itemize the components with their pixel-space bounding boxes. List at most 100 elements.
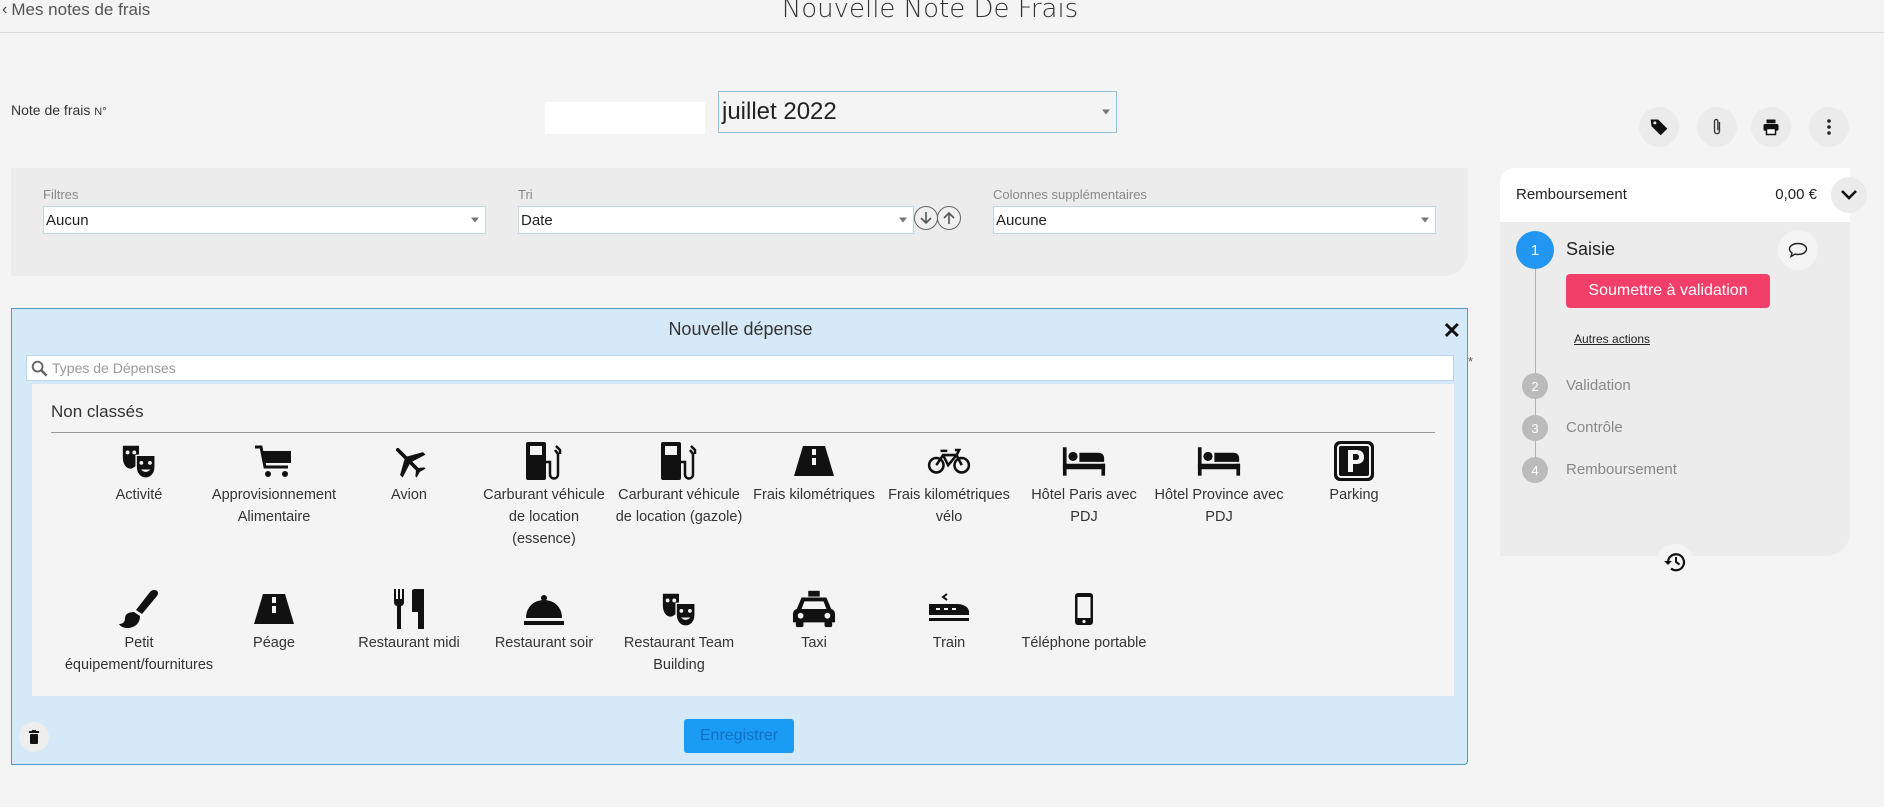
expense-type-label: Téléphone portable xyxy=(1021,635,1147,651)
history-button[interactable] xyxy=(1656,544,1694,580)
expense-type-label: Avion xyxy=(390,487,427,503)
expense-type-hotel-province[interactable]: Hôtel Province avec PDJ xyxy=(1153,440,1285,528)
more-button[interactable] xyxy=(1809,107,1849,147)
note-number-label: Note de frais N° xyxy=(11,102,107,118)
expense-type-label: Restaurant soir xyxy=(494,635,594,651)
parking-icon xyxy=(1334,441,1374,481)
step-number: 3 xyxy=(1522,415,1548,441)
expense-type-peage[interactable]: Péage xyxy=(208,588,340,654)
expense-type-label: Frais kilométriques vélo xyxy=(888,487,1010,525)
caret-down-icon xyxy=(899,217,907,223)
expense-type-approvisionnement[interactable]: Approvisionnement Alimentaire xyxy=(208,440,340,528)
workflow-amount: 0,00 € xyxy=(1775,186,1817,203)
expense-type-label: Hôtel Province avec PDJ xyxy=(1154,487,1284,525)
comment-button[interactable] xyxy=(1778,230,1818,270)
attachment-button[interactable] xyxy=(1697,107,1737,147)
more-vertical-icon xyxy=(1827,119,1831,135)
taxi-icon xyxy=(792,590,836,628)
note-number-suffix: N° xyxy=(94,106,107,118)
expense-type-label: Train xyxy=(932,635,966,651)
expense-type-label: Parking xyxy=(1329,487,1379,503)
print-button[interactable] xyxy=(1751,107,1791,147)
expense-type-frais-kilometriques-velo[interactable]: Frais kilométriques vélo xyxy=(883,440,1015,528)
note-number-input[interactable] xyxy=(545,102,705,134)
step-label: Remboursement xyxy=(1566,461,1677,478)
expense-type-label: Activité xyxy=(115,487,163,503)
expense-type-avion[interactable]: Avion xyxy=(343,440,475,506)
expense-type-hotel-paris[interactable]: Hôtel Paris avec PDJ xyxy=(1018,440,1150,528)
filter-label: Filtres xyxy=(43,187,79,202)
tag-button[interactable] xyxy=(1639,107,1679,147)
expense-type-activite[interactable]: Activité xyxy=(73,440,205,506)
expense-type-restaurant-midi[interactable]: Restaurant midi xyxy=(343,588,475,654)
expense-type-label: Taxi xyxy=(801,635,827,651)
group-title: Non classés xyxy=(51,402,144,421)
expense-types-panel: Non classés Activité Approvisionnement A… xyxy=(32,384,1454,696)
expense-type-carburant-gazole[interactable]: Carburant véhicule de location (gazole) xyxy=(613,440,745,528)
sort-select-value: Date xyxy=(521,211,553,229)
tag-icon xyxy=(1650,119,1668,136)
expense-type-label: Carburant véhicule de location (essence) xyxy=(483,487,605,547)
step-label: Saisie xyxy=(1566,239,1616,259)
expense-type-label: Restaurant Team Building xyxy=(623,635,735,673)
trash-icon xyxy=(29,730,39,744)
expense-type-label: Approvisionnement Alimentaire xyxy=(211,487,337,525)
history-icon xyxy=(1664,553,1686,572)
paint-brush-icon xyxy=(119,590,158,628)
filter-select-value: Aucun xyxy=(46,211,89,229)
sort-select[interactable]: Date xyxy=(518,206,914,234)
expense-type-label: Carburant véhicule de location (gazole) xyxy=(615,487,743,525)
close-icon[interactable]: ✕ xyxy=(1443,320,1461,342)
fuel-pump-icon xyxy=(526,442,562,480)
expense-type-petit-equipement[interactable]: Petit équipement/fournitures xyxy=(65,588,213,676)
modal-title: Nouvelle dépense xyxy=(668,319,813,339)
workflow-title: Remboursement xyxy=(1516,186,1627,203)
theater-masks-icon xyxy=(662,593,696,627)
expense-type-parking[interactable]: Parking xyxy=(1288,440,1420,506)
sort-ascending-button[interactable] xyxy=(937,206,961,230)
shopping-cart-icon xyxy=(255,445,291,477)
arrow-down-icon xyxy=(920,212,932,225)
expense-type-restaurant-team-building[interactable]: Restaurant Team Building xyxy=(613,588,745,676)
step-number: 4 xyxy=(1522,457,1548,483)
step-number: 1 xyxy=(1516,231,1554,269)
expense-type-label: Petit équipement/fournitures xyxy=(64,635,214,673)
columns-select-value: Aucune xyxy=(996,211,1047,229)
page-title: Nouvelle Note De Frais xyxy=(781,0,1079,24)
theater-masks-icon xyxy=(122,445,156,479)
top-bar: ‹ Mes notes de frais Nouvelle Note De Fr… xyxy=(0,0,1884,33)
sort-descending-button[interactable] xyxy=(914,206,938,230)
caret-down-icon xyxy=(1421,217,1429,223)
save-button[interactable]: Enregistrer xyxy=(684,719,794,753)
step-label: Validation xyxy=(1566,377,1631,394)
bicycle-icon xyxy=(927,448,971,474)
period-select[interactable]: juillet 2022 xyxy=(718,91,1117,133)
expense-type-search-input[interactable] xyxy=(52,360,1332,376)
expense-type-search[interactable] xyxy=(26,355,1454,381)
step-number: 2 xyxy=(1522,373,1548,399)
speech-bubble-icon xyxy=(1788,242,1808,258)
new-expense-modal: Nouvelle dépense ✕ Non classés Activité … xyxy=(11,308,1468,765)
filter-select[interactable]: Aucun xyxy=(43,206,486,234)
submit-for-validation-button[interactable]: Soumettre à validation xyxy=(1566,274,1770,308)
expense-type-label: Hôtel Paris avec PDJ xyxy=(1031,487,1137,525)
chevron-down-icon xyxy=(1841,190,1857,200)
expense-type-taxi[interactable]: Taxi xyxy=(748,588,880,654)
bed-icon xyxy=(1197,447,1241,476)
expense-type-telephone-portable[interactable]: Téléphone portable xyxy=(1018,588,1150,654)
caret-down-icon xyxy=(1102,109,1110,115)
workflow-panel: Remboursement 0,00 € xyxy=(1500,168,1850,556)
paperclip-icon xyxy=(1713,118,1721,135)
sort-label: Tri xyxy=(518,187,533,202)
other-actions-link[interactable]: Autres actions xyxy=(1574,332,1650,346)
expense-type-carburant-essence[interactable]: Carburant véhicule de location (essence) xyxy=(478,440,610,550)
print-icon xyxy=(1763,119,1779,136)
fuel-pump-icon xyxy=(661,442,697,480)
columns-select[interactable]: Aucune xyxy=(993,206,1436,234)
expense-type-restaurant-soir[interactable]: Restaurant soir xyxy=(478,588,610,654)
workflow-header: Remboursement 0,00 € xyxy=(1500,168,1850,222)
expense-type-train[interactable]: Train xyxy=(883,588,1015,654)
expense-type-frais-kilometriques[interactable]: Frais kilométriques xyxy=(748,440,880,506)
delete-button[interactable] xyxy=(19,722,49,752)
collapse-button[interactable] xyxy=(1831,177,1867,213)
